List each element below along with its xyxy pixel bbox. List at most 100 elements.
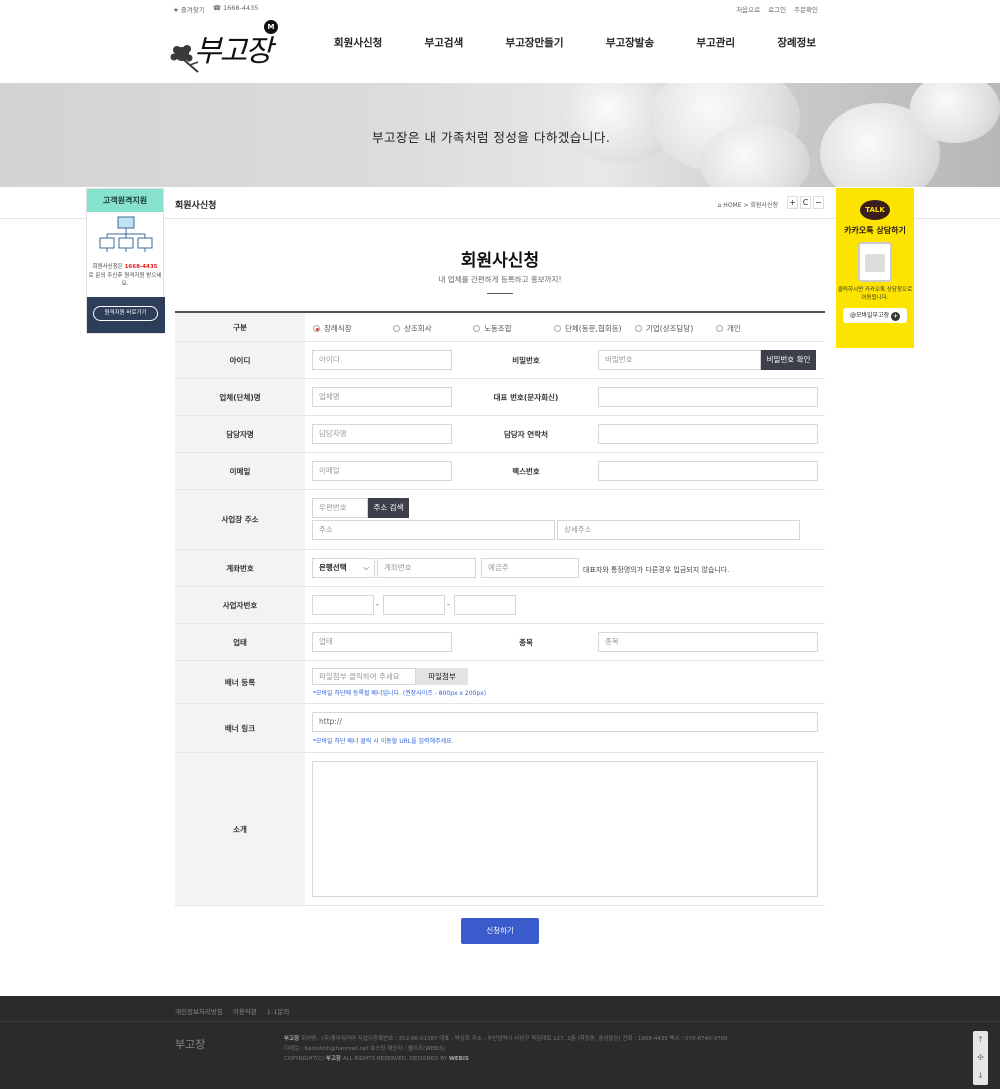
row-account: 계좌번호 은행선택 ⌵ 계좌번호 예금주 대표자와 통장명의가 다른경우 입금되…: [175, 550, 825, 587]
link-input[interactable]: http://: [312, 712, 818, 732]
order-check-link[interactable]: 주문확인: [794, 4, 818, 14]
fax-input[interactable]: [598, 461, 818, 481]
nav-create-obituary[interactable]: 부고장만들기: [502, 35, 568, 50]
inquiry-link[interactable]: 1:1문의: [267, 1006, 289, 1016]
top-utility-bar: ★ 즐겨찾기 ☎ 1668-4435 처음으로 로그인 주문확인: [0, 0, 1000, 14]
site-logo[interactable]: 부고장 M: [168, 18, 283, 76]
kakao-channel-label: @모바일부고장: [849, 312, 890, 319]
bizno-dash: -: [376, 600, 379, 609]
rep-number-label: 대표 번호(문자회신): [493, 392, 559, 402]
bizno-input-3[interactable]: [454, 595, 516, 615]
terms-link[interactable]: 이용약관: [233, 1006, 257, 1016]
footer-brand: 부고장: [284, 1036, 300, 1042]
row-type: 구분 장례식장 상조회사 노동조합 단체(동문,협회등) 기업(상조담당) 개인: [175, 313, 825, 342]
kakao-desc: 클릭하시면 카카오톡 상담창으로 이동됩니다.: [837, 287, 913, 301]
nav-member-apply[interactable]: 회원사신청: [330, 35, 386, 50]
form-title: 회원사신청: [460, 251, 540, 271]
email-input[interactable]: 이메일: [312, 461, 452, 481]
address-detail-input[interactable]: 상세주소: [557, 520, 800, 540]
radio-label: 노동조합: [484, 324, 512, 333]
footer-designer: WEBIS: [448, 1056, 469, 1062]
banner-label: 배너 등록: [175, 661, 305, 703]
biztype-input[interactable]: 업태: [312, 632, 452, 652]
account-label: 계좌번호: [175, 550, 305, 586]
login-link[interactable]: 로그인: [768, 4, 786, 14]
footer-copyright: COPYRIGHT(C): [284, 1056, 325, 1062]
scroll-move-icon[interactable]: ✣: [973, 1049, 988, 1067]
bizno-input-2[interactable]: [383, 595, 445, 615]
bizno-input-1[interactable]: [312, 595, 374, 615]
id-input[interactable]: 아이디: [312, 350, 452, 370]
breadcrumb-current: 회원사신청: [750, 202, 778, 209]
radio-group[interactable]: 단체(동문,협회등): [554, 323, 622, 334]
privacy-policy-link[interactable]: 개인정보처리방침: [175, 1006, 223, 1016]
nav-obituary-search[interactable]: 부고검색: [421, 35, 468, 50]
scroll-up-icon[interactable]: ↑: [973, 1031, 988, 1049]
item-input[interactable]: 종목: [598, 632, 818, 652]
breadcrumb-home[interactable]: ⌂ HOME: [718, 202, 742, 209]
hero-banner: 부고장은 내 가족처럼 정성을 다하겠습니다.: [0, 83, 1000, 187]
address-search-button[interactable]: 주소 검색: [368, 498, 409, 518]
favorite-link[interactable]: ★ 즐겨찾기: [173, 4, 205, 14]
pw-check-button[interactable]: 비밀번호 확인: [761, 350, 816, 370]
account-input[interactable]: 계좌번호: [377, 558, 476, 578]
radio-mutual-aid[interactable]: 상조회사: [393, 323, 432, 334]
intro-textarea[interactable]: [312, 761, 818, 897]
bank-select[interactable]: 은행선택 ⌵: [312, 558, 375, 578]
pw-input[interactable]: 비밀번호: [598, 350, 761, 370]
zoom-out-button[interactable]: −: [813, 196, 824, 209]
bank-select-value: 은행선택: [319, 563, 347, 572]
radio-individual[interactable]: 개인: [716, 323, 741, 334]
phone-number: ☎ 1668-4435: [212, 4, 259, 12]
kakao-talk-icon: TALK: [860, 200, 890, 220]
form-subtitle: 내 업체를 간편하게 등록하고 홍보까지!: [438, 275, 562, 284]
row-intro: 소개: [175, 753, 825, 906]
banner-file-button[interactable]: 파일첨부: [416, 668, 468, 685]
holder-input[interactable]: 예금주: [481, 558, 579, 578]
banner-file-input[interactable]: 파일첨부 클릭하여 주세요: [312, 668, 416, 685]
biztype-label: 업태: [175, 624, 305, 660]
scroll-down-icon[interactable]: ↓: [973, 1067, 988, 1085]
footer-info-line: 회사명 : (주)좋아워커마 사업자등록번호 : 352-86-01087 대표…: [300, 1036, 728, 1042]
item-label: 종목: [519, 637, 533, 647]
page-title: 회원사신청: [175, 201, 217, 211]
radio-label: 기업(상조담당): [646, 324, 694, 333]
fax-label: 팩스번호: [512, 466, 540, 476]
address-input[interactable]: 주소: [312, 520, 555, 540]
footer-company-info: 부고장 회사명 : (주)좋아워커마 사업자등록번호 : 352-86-0108…: [284, 1034, 824, 1064]
radio-funeral-hall[interactable]: 장례식장: [313, 323, 352, 334]
company-input[interactable]: 업체명: [312, 387, 452, 407]
account-note: 대표자와 통장명의가 다른경우 입금되지 않습니다.: [583, 566, 730, 574]
zoom-in-button[interactable]: +: [787, 196, 798, 209]
refresh-button[interactable]: C: [800, 196, 811, 209]
intro-label: 소개: [175, 753, 305, 905]
title-divider: [487, 293, 513, 294]
radio-company[interactable]: 기업(상조담당): [635, 323, 693, 334]
radio-label: 단체(동문,협회등): [565, 324, 622, 333]
remote-support-button[interactable]: 원격지원 바로가기: [93, 306, 158, 321]
logo-mobile-badge: M: [264, 20, 278, 34]
row-company: 업체(단체)명 업체명 대표 번호(문자회신): [175, 379, 825, 416]
address-label: 사업장 주소: [175, 490, 305, 549]
nav-send-obituary[interactable]: 부고장발송: [602, 35, 658, 50]
zip-input[interactable]: 우편번호: [312, 498, 368, 518]
radio-labor-union[interactable]: 노동조합: [473, 323, 512, 334]
scroll-control: ↑ ✣ ↓: [973, 1031, 988, 1085]
rep-number-input[interactable]: [598, 387, 818, 407]
manager-phone-input[interactable]: [598, 424, 818, 444]
nav-obituary-manage[interactable]: 부고관리: [692, 35, 739, 50]
banner-text: 부고장은 내 가족처럼 정성을 다하겠습니다.: [372, 130, 611, 145]
kakao-channel-button[interactable]: @모바일부고장 +: [843, 308, 907, 323]
link-hint: *모바일 하단 배너 클릭 시 이동할 URL을 입력해주세요.: [313, 738, 454, 745]
id-label: 아이디: [175, 342, 305, 378]
row-manager: 담당자명 담당자명 담당자 연락처: [175, 416, 825, 453]
manager-input[interactable]: 담당자명: [312, 424, 452, 444]
radio-label: 상조회사: [404, 324, 432, 333]
row-id: 아이디 아이디 비밀번호 비밀번호 비밀번호 확인: [175, 342, 825, 379]
breadcrumb-separator: >: [743, 202, 749, 209]
logo-text: 부고장: [194, 34, 273, 69]
row-link: 배너 링크 http:// *모바일 하단 배너 클릭 시 이동할 URL을 입…: [175, 704, 825, 753]
start-page-link[interactable]: 처음으로: [736, 4, 760, 14]
submit-button[interactable]: 신청하기: [461, 918, 539, 944]
nav-funeral-info[interactable]: 장례정보: [773, 35, 820, 50]
